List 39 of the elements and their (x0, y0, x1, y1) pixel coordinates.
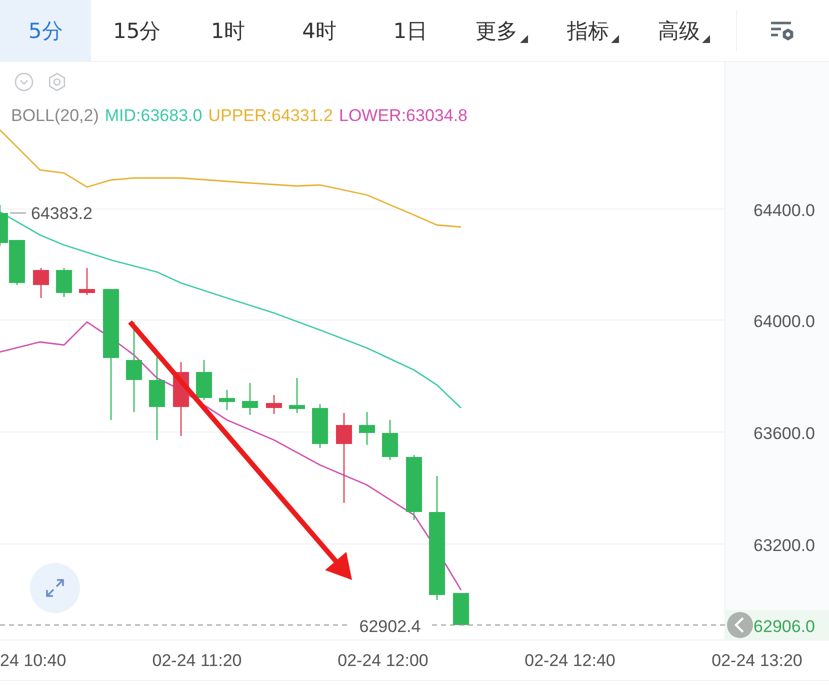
candlestick (406, 455, 422, 520)
expand-icon (43, 576, 67, 600)
scroll-back-button[interactable] (727, 612, 753, 638)
chevron-circle-icon[interactable] (14, 72, 34, 92)
candlestick (382, 420, 398, 460)
candlestick (289, 378, 305, 413)
time-tick: 02-24 12:40 (524, 651, 616, 670)
time-tick: 02-24 11:20 (152, 651, 242, 670)
hexagon-gear-icon[interactable] (47, 72, 67, 92)
candlestick (79, 268, 95, 295)
time-tick: 02-24 13:20 (712, 651, 802, 670)
candlestick (56, 268, 72, 297)
interval-tab[interactable]: 5分 (0, 0, 92, 61)
candlestick (312, 404, 328, 448)
high-price-label: 64383.2 (31, 204, 92, 223)
mid-value: MID:63683.0 (104, 106, 202, 126)
price-tick: 64000.0 (754, 312, 815, 331)
lower-value: LOWER:63034.8 (338, 106, 468, 126)
price-tick: 63200.0 (754, 536, 815, 555)
candlestick (453, 593, 469, 625)
candlestick (242, 383, 258, 415)
caret-icon (702, 34, 710, 42)
last-price: 62906.0 (754, 617, 815, 636)
candlestick (196, 360, 212, 400)
time-tick: 02-24 12:00 (338, 651, 428, 670)
low-price-label: 62902.4 (359, 617, 421, 636)
candlestick (219, 390, 235, 410)
caret-icon (610, 34, 619, 42)
indicator-name: BOLL(20,2) (11, 106, 99, 126)
candlestick (266, 395, 282, 414)
time-tick: 24 10:40 (0, 651, 66, 670)
leader-line (10, 212, 26, 214)
price-tick: 64400.0 (754, 201, 815, 220)
candlestick (33, 268, 49, 298)
price-tick: 63600.0 (754, 424, 815, 443)
expand-button[interactable] (30, 563, 80, 613)
caret-icon (520, 34, 528, 42)
candlestick (359, 412, 375, 445)
upper-value: UPPER:64331.2 (208, 106, 333, 126)
